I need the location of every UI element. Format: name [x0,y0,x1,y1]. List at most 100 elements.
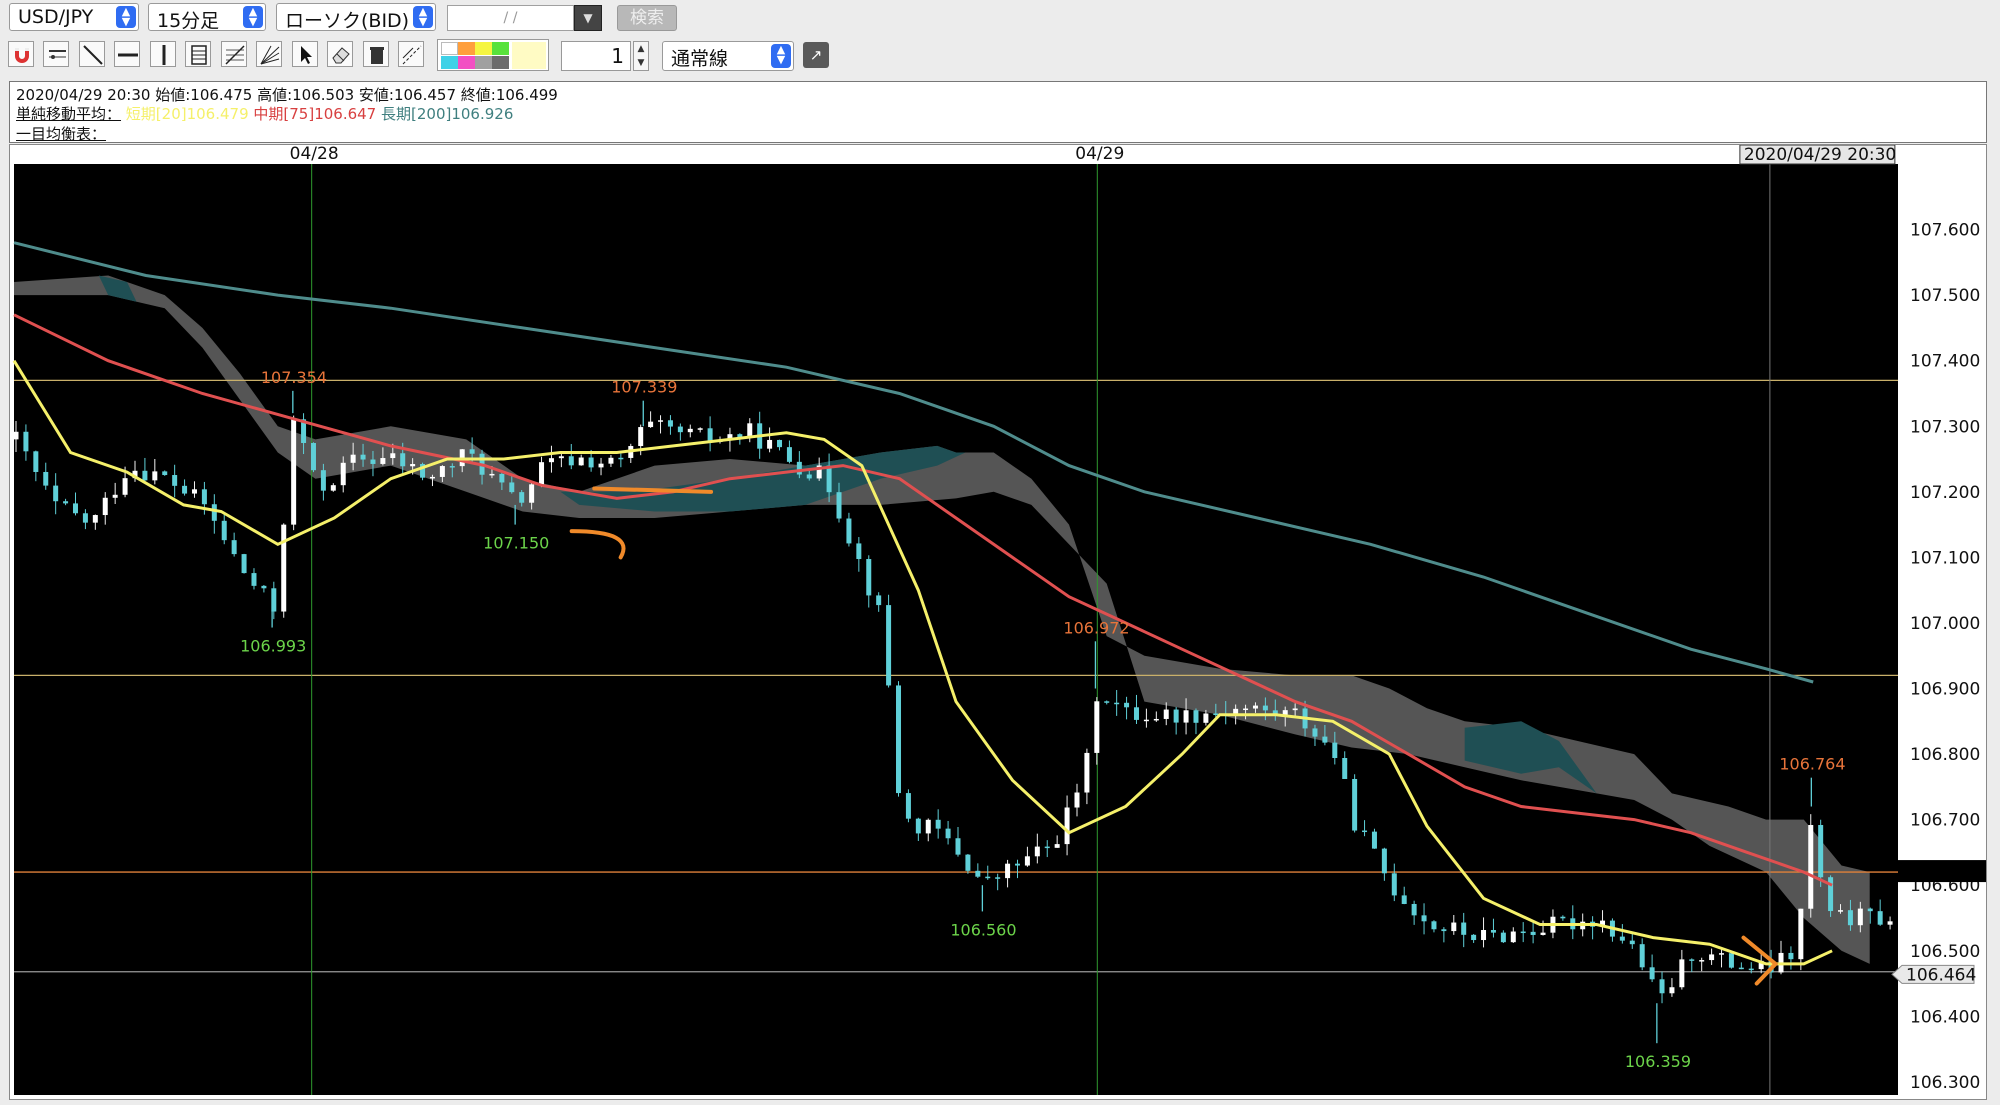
line-width-input[interactable]: 1 [561,41,631,71]
candle-body [1540,932,1546,935]
fan-tool-button[interactable] [256,41,282,67]
eraser-tool-button[interactable] [327,41,353,67]
candle-body [1114,702,1120,705]
color-swatch-1[interactable] [458,42,475,55]
candle-body [1262,705,1268,711]
candle-body [152,471,158,481]
last-price-tag [1898,860,1986,883]
timeframe-value: 15分足 [157,10,220,32]
candle-body [767,439,773,449]
candle-body [499,473,505,483]
color-swatch-0[interactable] [441,42,458,55]
line-style-select[interactable]: 通常線 ▲ ▼ [662,41,794,71]
candle-body [1709,954,1715,961]
candle-body [439,466,445,477]
low-price-label: 106.560 [950,920,1016,939]
channel-tool-button[interactable] [185,41,211,67]
price-chart[interactable]: 107.354 107.339 106.972 106.764 106.993 107.1… [9,144,1987,1100]
color-swatch-3[interactable] [492,42,509,55]
candle-body [1847,910,1853,926]
candle-body [112,494,118,498]
price-tick-label: 106.800 [1910,745,1980,765]
candle-body [1124,702,1130,708]
popout-button[interactable]: ↗ [803,42,829,68]
line-settings-button[interactable] [398,41,424,67]
symbol-select[interactable]: USD/JPY ▲ ▼ [9,3,139,31]
candle-body [836,492,842,519]
current-price-label: 106.464 [1906,965,1976,985]
candle-body [340,462,346,486]
selected-color-swatch[interactable] [512,42,546,69]
plot-area[interactable] [14,164,1898,1095]
candle-body [1322,736,1328,743]
candle-body [360,454,366,460]
candle-body [449,466,455,468]
candle-body [995,877,1001,879]
color-swatch-7[interactable] [492,56,509,69]
calendar-dropdown-button[interactable]: ▼ [574,5,602,31]
candle-body [529,484,535,503]
price-tick-label: 106.900 [1910,680,1980,700]
color-swatch-5[interactable] [458,56,475,69]
candle-body [1044,846,1050,849]
candle-body [1332,742,1338,758]
candle-body [509,482,515,493]
color-swatch-2[interactable] [475,42,492,55]
line-width-stepper[interactable]: ▲ ▼ [633,41,649,71]
chevron-updown-icon: ▲ ▼ [243,6,263,28]
symbol-value: USD/JPY [18,6,94,28]
candle-body [1887,921,1893,925]
candle-body [469,449,475,454]
candle-body [489,473,495,476]
sma-mid-value: 中期[75]106.647 [253,105,377,123]
candle-body [102,497,108,516]
candle-body [638,427,644,447]
candle-body [1173,709,1179,723]
fibonacci-tool-button[interactable] [221,41,247,67]
trendline-icon [83,45,103,65]
candle-body [955,838,961,855]
price-tick-label: 107.600 [1910,221,1980,241]
candle-body [1838,910,1844,912]
color-palette[interactable] [437,39,549,71]
candle-body [231,540,237,555]
candle-body [826,465,832,493]
candle-body [1163,709,1169,719]
search-button[interactable]: 検索 [617,5,677,31]
chart-canvas[interactable]: 107.354 107.339 106.972 106.764 106.993 107.1… [10,144,1986,1099]
candle-body [1352,778,1358,831]
candle-body [677,426,683,433]
horizontal-ray-tool-button[interactable] [43,41,69,67]
candle-body [291,419,297,525]
trash-icon [370,47,384,64]
chart-type-select[interactable]: ローソク(BID) ▲ ▼ [276,3,436,32]
price-tick-label: 106.500 [1910,942,1980,962]
timeframe-select[interactable]: 15分足 ▲ ▼ [148,3,266,32]
eraser-icon [332,47,350,64]
date-input[interactable]: / / [447,5,574,31]
candle-body [1213,713,1219,716]
candle-body [1094,701,1100,753]
candle-body [578,457,584,466]
color-swatch-4[interactable] [441,56,458,69]
candle-body [241,554,247,574]
sma-short-value: 短期[20]106.479 [125,105,249,123]
candle-body [876,595,882,606]
price-tick-label: 107.300 [1910,417,1980,437]
candle-body [1659,979,1665,994]
magnet-tool-button[interactable] [8,41,34,67]
color-swatch-6[interactable] [475,56,492,69]
candle-body [1619,936,1625,941]
candle-body [598,463,604,468]
candle-body [856,543,862,560]
candle-body [1461,922,1467,935]
select-pointer-button[interactable] [292,41,318,67]
candle-body [925,819,931,834]
delete-tool-button[interactable] [363,41,389,67]
horizontal-line-tool-button[interactable] [114,41,140,67]
candle-body [261,585,267,589]
candle-body [1074,792,1080,808]
vertical-line-tool-button[interactable] [150,41,176,67]
trendline-tool-button[interactable] [79,41,105,67]
candle-body [658,420,664,422]
